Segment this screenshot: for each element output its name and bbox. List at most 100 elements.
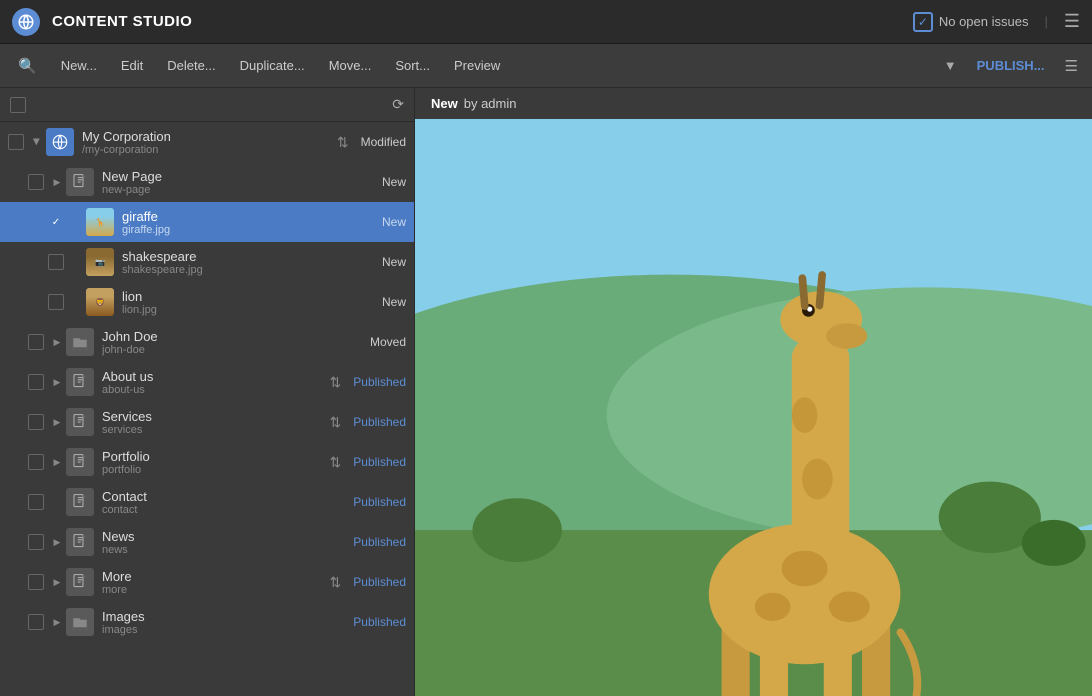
item-status-lion: New <box>382 295 406 309</box>
item-slug-services: services <box>102 424 330 436</box>
item-sort-icon-my-corporation: ⇅ <box>337 134 349 151</box>
item-checkbox-news[interactable] <box>28 534 44 550</box>
item-sort-icon-services: ⇅ <box>330 414 342 431</box>
item-icon-giraffe: 🦒 <box>86 208 114 236</box>
tree-item-lion[interactable]: 🦁 lionlion.jpg New <box>0 282 414 322</box>
item-status-about-us: Published <box>353 375 406 389</box>
tree-item-contact[interactable]: ContactcontactPublished <box>0 482 414 522</box>
item-status-new-page: New <box>382 175 406 189</box>
move-button[interactable]: Move... <box>319 52 382 79</box>
toolbar-dropdown-icon[interactable]: ▼ <box>938 52 963 79</box>
item-slug-john-doe: john-doe <box>102 344 366 356</box>
app-logo[interactable] <box>12 8 40 36</box>
item-status-portfolio: Published <box>353 455 406 469</box>
item-expand-new-page[interactable]: ▶ <box>50 175 64 189</box>
item-status-news: Published <box>353 535 406 549</box>
tree-item-portfolio[interactable]: ▶ Portfolioportfolio⇅Published <box>0 442 414 482</box>
item-info-images: Imagesimages <box>102 609 349 636</box>
duplicate-button[interactable]: Duplicate... <box>230 52 315 79</box>
tree-item-my-corporation[interactable]: ▶ My Corporation/my-corporation⇅Modified <box>0 122 414 162</box>
item-expand-lion <box>70 295 84 309</box>
item-expand-my-corporation[interactable]: ▶ <box>30 135 44 149</box>
item-checkbox-about-us[interactable] <box>28 374 44 390</box>
item-slug-news: news <box>102 544 349 556</box>
item-expand-about-us[interactable]: ▶ <box>50 375 64 389</box>
preview-header: New by admin <box>415 88 1092 119</box>
item-info-news: Newsnews <box>102 529 349 556</box>
item-checkbox-john-doe[interactable] <box>28 334 44 350</box>
item-name-about-us: About us <box>102 369 330 384</box>
tree-item-images[interactable]: ▶ ImagesimagesPublished <box>0 602 414 642</box>
publish-button[interactable]: PUBLISH... <box>967 52 1055 79</box>
item-expand-john-doe[interactable]: ▶ <box>50 335 64 349</box>
new-button[interactable]: New... <box>51 52 107 79</box>
item-slug-shakespeare: shakespeare.jpg <box>122 264 378 276</box>
tree-item-giraffe[interactable]: ✓🦒giraffegiraffe.jpgNew <box>0 202 414 242</box>
item-checkbox-portfolio[interactable] <box>28 454 44 470</box>
item-checkbox-giraffe[interactable]: ✓ <box>48 214 64 230</box>
tree-item-new-page[interactable]: ▶ New Pagenew-pageNew <box>0 162 414 202</box>
item-icon-portfolio <box>66 448 94 476</box>
tree-container: ▶ My Corporation/my-corporation⇅Modified… <box>0 122 414 642</box>
item-name-more: More <box>102 569 330 584</box>
left-panel: ⟳ ▶ My Corporation/my-corporation⇅Modifi… <box>0 88 415 696</box>
item-checkbox-lion[interactable] <box>48 294 64 310</box>
item-expand-shakespeare <box>70 255 84 269</box>
preview-new-badge: New <box>431 96 458 111</box>
tree-item-services[interactable]: ▶ Servicesservices⇅Published <box>0 402 414 442</box>
item-checkbox-new-page[interactable] <box>28 174 44 190</box>
item-name-my-corporation: My Corporation <box>82 129 337 144</box>
refresh-button[interactable]: ⟳ <box>392 96 404 113</box>
issues-icon: ✓ <box>913 12 933 32</box>
item-info-services: Servicesservices <box>102 409 330 436</box>
edit-button[interactable]: Edit <box>111 52 153 79</box>
item-expand-more[interactable]: ▶ <box>50 575 64 589</box>
item-expand-services[interactable]: ▶ <box>50 415 64 429</box>
item-sort-icon-about-us: ⇅ <box>330 374 342 391</box>
sort-button[interactable]: Sort... <box>385 52 440 79</box>
item-name-john-doe: John Doe <box>102 329 366 344</box>
preview-button[interactable]: Preview <box>444 52 510 79</box>
item-info-portfolio: Portfolioportfolio <box>102 449 330 476</box>
item-checkbox-shakespeare[interactable] <box>48 254 64 270</box>
item-name-lion: lion <box>122 289 378 304</box>
item-checkbox-services[interactable] <box>28 414 44 430</box>
tree-item-shakespeare[interactable]: 📷 shakespeareshakespeare.jpg New <box>0 242 414 282</box>
item-info-shakespeare: shakespeareshakespeare.jpg <box>122 249 378 276</box>
item-slug-my-corporation: /my-corporation <box>82 144 337 156</box>
toolbar: 🔍 New... Edit Delete... Duplicate... Mov… <box>0 44 1092 88</box>
right-panel: New by admin <box>415 88 1092 696</box>
item-info-lion: lionlion.jpg <box>122 289 378 316</box>
item-name-new-page: New Page <box>102 169 378 184</box>
toolbar-list-icon[interactable]: ☰ <box>1059 51 1084 81</box>
item-icon-contact <box>66 488 94 516</box>
search-button[interactable]: 🔍 <box>8 51 47 81</box>
tree-item-more[interactable]: ▶ Moremore⇅Published <box>0 562 414 602</box>
tree-item-about-us[interactable]: ▶ About usabout-us⇅Published <box>0 362 414 402</box>
item-expand-images[interactable]: ▶ <box>50 615 64 629</box>
item-checkbox-images[interactable] <box>28 614 44 630</box>
item-info-john-doe: John Doejohn-doe <box>102 329 366 356</box>
item-icon-lion: 🦁 <box>86 288 114 316</box>
item-icon-news <box>66 528 94 556</box>
tree-header: ⟳ <box>0 88 414 122</box>
item-checkbox-my-corporation[interactable] <box>8 134 24 150</box>
item-slug-more: more <box>102 584 330 596</box>
no-issues-indicator[interactable]: ✓ No open issues <box>913 12 1029 32</box>
item-checkbox-contact[interactable] <box>28 494 44 510</box>
topbar-menu-icon[interactable]: ☰ <box>1064 11 1080 32</box>
item-status-shakespeare: New <box>382 255 406 269</box>
tree-item-news[interactable]: ▶ Newsnews Published <box>0 522 414 562</box>
item-icon-shakespeare: 📷 <box>86 248 114 276</box>
tree-item-john-doe[interactable]: ▶ John Doejohn-doeMoved <box>0 322 414 362</box>
item-expand-news[interactable]: ▶ <box>50 535 64 549</box>
item-icon-my-corporation <box>46 128 74 156</box>
item-name-giraffe: giraffe <box>122 209 378 224</box>
delete-button[interactable]: Delete... <box>157 52 225 79</box>
select-all-checkbox[interactable] <box>10 97 26 113</box>
item-name-news: News <box>102 529 349 544</box>
item-checkbox-more[interactable] <box>28 574 44 590</box>
item-expand-portfolio[interactable]: ▶ <box>50 455 64 469</box>
item-slug-giraffe: giraffe.jpg <box>122 224 378 236</box>
item-slug-portfolio: portfolio <box>102 464 330 476</box>
